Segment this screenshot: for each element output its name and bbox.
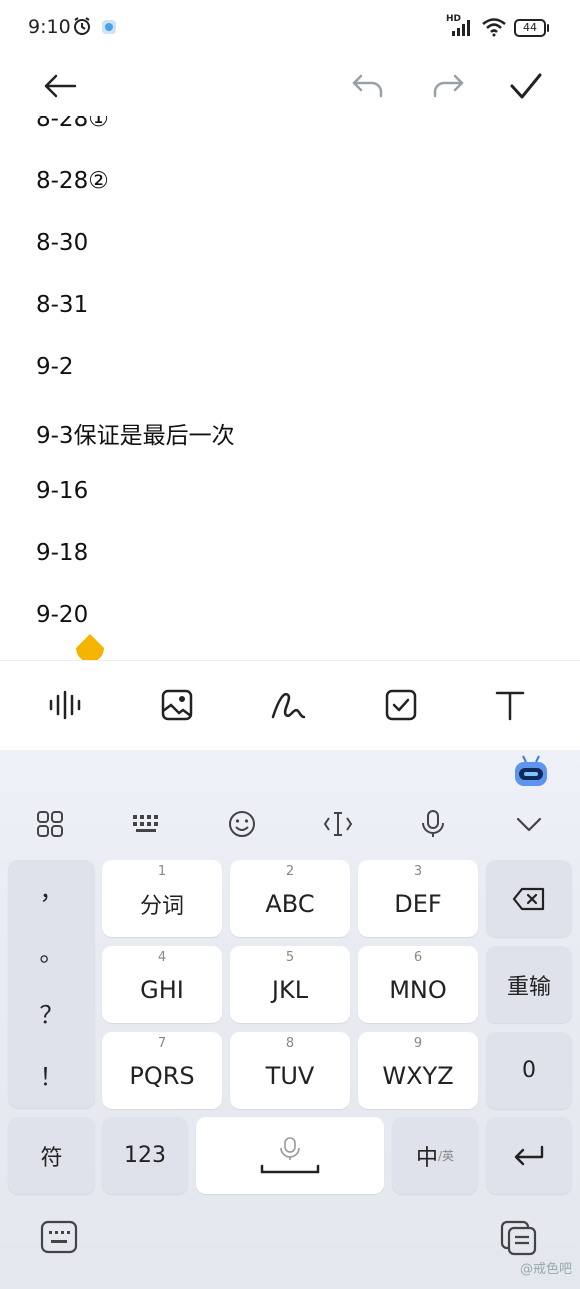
voice-record-button[interactable] (44, 683, 88, 727)
punct-key-period[interactable]: 。 (40, 922, 64, 984)
signal-icon (452, 20, 474, 40)
editor-toolbar (0, 660, 580, 751)
audio-wave-icon (49, 690, 81, 720)
wifi-icon (481, 17, 507, 41)
note-line[interactable]: 9-20 (36, 602, 88, 628)
undo-button[interactable] (346, 64, 390, 108)
punctuation-column: ， 。 ？ ！ (8, 860, 95, 1108)
note-content[interactable]: 8-28① 8-28② 8-30 8-31 9-2 9-3保证是最后一次 9-1… (0, 116, 580, 661)
handwriting-button[interactable] (266, 683, 310, 727)
back-button[interactable] (38, 64, 82, 108)
note-line[interactable]: 9-3保证是最后一次 (36, 416, 235, 450)
chevron-down-icon (516, 817, 542, 832)
watermark: @戒色吧 (519, 1262, 572, 1277)
note-line[interactable]: 9-2 (36, 354, 74, 380)
alarm-icon (72, 16, 92, 40)
space-bar[interactable] (196, 1117, 384, 1194)
grid-icon (37, 811, 63, 837)
keyboard-switch-button[interactable] (40, 1220, 78, 1258)
battery-indicator: 44 (514, 19, 549, 37)
app-notification-icon (101, 19, 117, 39)
arrow-left-icon (44, 74, 77, 98)
punct-key-comma[interactable]: ， (40, 860, 64, 922)
editor-top-bar (0, 56, 580, 116)
checkbox-icon (385, 689, 417, 721)
keyboard-function-row (0, 794, 580, 854)
punct-key-question[interactable]: ？ (40, 984, 64, 1046)
cursor-move-button[interactable] (316, 802, 360, 846)
ime-keyboard: ， 。 ？ ！ 1 分词 2 ABC 3 DEF 4 GHI 5 JKL 6 M… (0, 750, 580, 1289)
redo-button[interactable] (426, 64, 470, 108)
insert-image-button[interactable] (155, 683, 199, 727)
smiley-icon (229, 811, 255, 837)
key-abc[interactable]: 2 ABC (230, 860, 350, 937)
key-def[interactable]: 3 DEF (358, 860, 478, 937)
clipboard-button[interactable] (500, 1220, 538, 1260)
key-mno[interactable]: 6 MNO (358, 946, 478, 1023)
redo-icon (433, 74, 464, 98)
clipboard-icon (500, 1220, 537, 1256)
hide-keyboard-button[interactable] (507, 802, 551, 846)
note-line[interactable]: 8-31 (36, 292, 88, 318)
check-icon (510, 73, 542, 99)
note-line[interactable]: 8-30 (36, 230, 88, 256)
key-wxyz[interactable]: 9 WXYZ (358, 1032, 478, 1109)
language-toggle-button[interactable]: 中 /英 (392, 1117, 478, 1194)
enter-icon (514, 1145, 544, 1165)
emoji-button[interactable] (220, 802, 264, 846)
key-zero[interactable]: 0 (486, 1032, 572, 1109)
backspace-button[interactable] (486, 860, 572, 937)
text-t-icon (495, 691, 525, 721)
key-ghi[interactable]: 4 GHI (102, 946, 222, 1023)
note-line[interactable]: 8-28② (36, 168, 109, 194)
key-tuv[interactable]: 8 TUV (230, 1032, 350, 1109)
key-pqrs[interactable]: 7 PQRS (102, 1032, 222, 1109)
backspace-icon (512, 887, 545, 910)
note-line[interactable]: 8-28① (36, 116, 109, 132)
key-segment[interactable]: 1 分词 (102, 860, 222, 937)
enter-button[interactable] (486, 1117, 572, 1194)
status-time: 9:10 (28, 16, 71, 38)
keyboard-icon (133, 815, 158, 832)
note-line[interactable]: 9-18 (36, 540, 88, 566)
save-button[interactable] (504, 64, 548, 108)
number-mode-button[interactable]: 123 (102, 1117, 188, 1194)
symbol-button[interactable]: 符 (8, 1117, 95, 1194)
undo-icon (352, 74, 383, 98)
key-jkl[interactable]: 5 JKL (230, 946, 350, 1023)
status-bar: 9:10 HD 44 (0, 0, 580, 56)
pen-scribble-icon (271, 692, 306, 719)
image-icon (161, 689, 193, 721)
keyboard-switch-icon (40, 1220, 78, 1254)
microphone-icon (422, 810, 444, 837)
reenter-button[interactable]: 重输 (486, 946, 572, 1023)
text-format-button[interactable] (488, 683, 532, 727)
keyboard-layout-button[interactable] (124, 802, 168, 846)
note-line[interactable]: 9-16 (36, 478, 88, 504)
space-mic-icon (260, 1136, 320, 1173)
app-grid-button[interactable] (28, 802, 72, 846)
checklist-button[interactable] (379, 683, 423, 727)
punct-key-exclaim[interactable]: ！ (40, 1046, 64, 1108)
voice-input-button[interactable] (411, 802, 455, 846)
text-cursor-icon (323, 812, 353, 836)
assistant-robot-icon[interactable] (513, 754, 549, 792)
